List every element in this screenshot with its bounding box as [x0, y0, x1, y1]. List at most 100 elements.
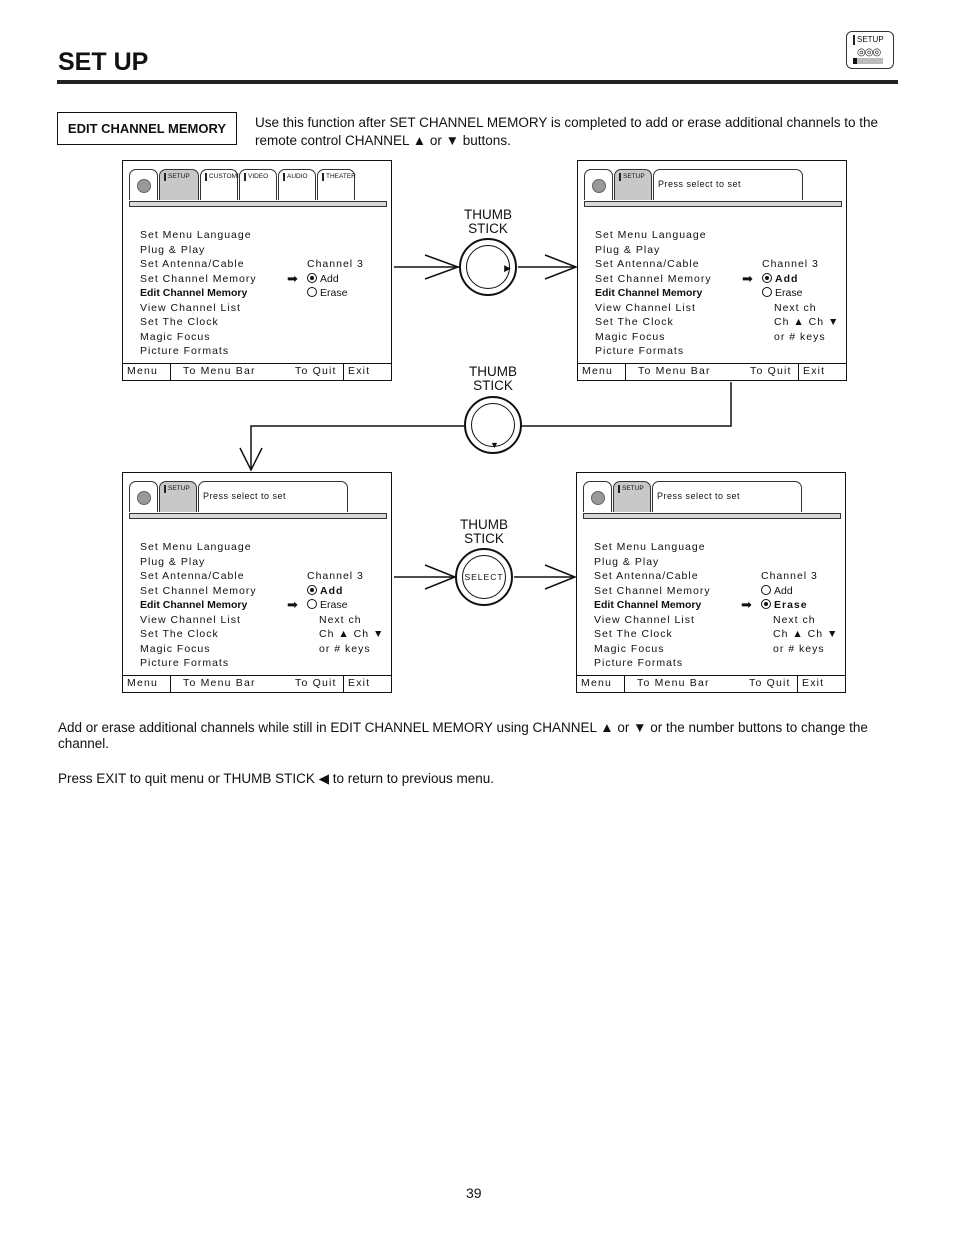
- menu-item[interactable]: Set Menu Language: [595, 228, 712, 243]
- radio-erase[interactable]: [762, 287, 772, 297]
- menu-item[interactable]: Magic Focus: [140, 330, 257, 345]
- menu-item[interactable]: Picture Formats: [140, 656, 257, 671]
- tab-setup[interactable]: SETUP: [159, 169, 199, 200]
- footer-exit[interactable]: Exit: [344, 676, 391, 692]
- menu-item[interactable]: Set The Clock: [595, 315, 712, 330]
- radio-add[interactable]: [307, 584, 317, 595]
- joystick-tab[interactable]: [583, 481, 612, 512]
- instruction-paragraph: Press EXIT to quit menu or THUMB STICK ◀…: [58, 771, 495, 786]
- label-line: STICK: [468, 221, 508, 236]
- hint-num-keys: or # keys: [319, 642, 371, 655]
- menu-item[interactable]: Set Antenna/Cable: [140, 569, 257, 584]
- radio-erase[interactable]: [307, 287, 317, 297]
- menu-item[interactable]: Set Antenna/Cable: [595, 257, 712, 272]
- thumb-stick-down[interactable]: ▼: [464, 396, 522, 454]
- menu-item[interactable]: Edit Channel Memory: [140, 286, 257, 301]
- option-add[interactable]: ➡ Add: [287, 271, 364, 287]
- joystick-tab[interactable]: [129, 481, 158, 512]
- tab-label: SETUP: [618, 485, 644, 493]
- menu-item[interactable]: Set The Clock: [140, 315, 257, 330]
- hint-ch-keys: Ch ▲ Ch ▼: [319, 628, 385, 640]
- menu-item[interactable]: Magic Focus: [594, 642, 711, 657]
- tab-video[interactable]: VIDEO: [239, 169, 277, 200]
- menu-item[interactable]: Set Antenna/Cable: [594, 569, 711, 584]
- menu-item[interactable]: Plug & Play: [594, 555, 711, 570]
- menu-item[interactable]: Set Channel Memory: [140, 584, 257, 599]
- radio-erase[interactable]: [307, 599, 317, 609]
- menu-item[interactable]: Picture Formats: [594, 656, 711, 671]
- menu-item[interactable]: Magic Focus: [140, 642, 257, 657]
- tab-theater[interactable]: THEATER: [317, 169, 356, 200]
- pointer-arrow-icon: ➡: [741, 597, 753, 612]
- menu-item[interactable]: Set Menu Language: [140, 228, 257, 243]
- footer-exit[interactable]: Exit: [798, 676, 845, 692]
- tab-setup[interactable]: SETUP: [159, 481, 197, 512]
- radio-add[interactable]: [761, 584, 771, 595]
- menu-item[interactable]: Plug & Play: [595, 243, 712, 258]
- thumb-stick-right[interactable]: ▶: [459, 238, 517, 296]
- menu-item[interactable]: Set The Clock: [140, 627, 257, 642]
- option-erase[interactable]: Erase: [307, 286, 364, 301]
- menu-item[interactable]: Set The Clock: [594, 627, 711, 642]
- menu-item[interactable]: View Channel List: [140, 301, 257, 316]
- hint-num-keys: or # keys: [774, 330, 826, 343]
- joystick-tab[interactable]: [129, 169, 158, 200]
- menu-item[interactable]: Edit Channel Memory: [594, 598, 711, 613]
- footer-menu[interactable]: Menu: [123, 364, 171, 380]
- radio-add[interactable]: [307, 272, 317, 283]
- select-label: SELECT: [464, 572, 504, 582]
- menu-item[interactable]: Picture Formats: [140, 344, 257, 359]
- option-add[interactable]: Add: [761, 584, 838, 599]
- menu-item[interactable]: Set Antenna/Cable: [140, 257, 257, 272]
- footer-exit[interactable]: Exit: [799, 364, 846, 380]
- menu-item[interactable]: Set Channel Memory: [140, 272, 257, 287]
- menu-item[interactable]: View Channel List: [594, 613, 711, 628]
- footer-exit[interactable]: Exit: [344, 364, 391, 380]
- menu-item[interactable]: Set Channel Memory: [594, 584, 711, 599]
- tab-setup[interactable]: SETUP: [614, 169, 652, 200]
- option-label: Add: [774, 584, 793, 597]
- menu-item[interactable]: Set Channel Memory: [595, 272, 712, 287]
- menu-footer: Menu To Menu Bar To Quit Exit: [577, 675, 845, 692]
- option-erase[interactable]: ➡ Erase: [287, 598, 384, 613]
- hint-next-ch: Next ch: [773, 613, 816, 626]
- option-erase[interactable]: ➡ Erase: [741, 598, 838, 613]
- menu-item[interactable]: Plug & Play: [140, 555, 257, 570]
- menu-item[interactable]: Edit Channel Memory: [140, 598, 257, 613]
- footer-menu[interactable]: Menu: [123, 676, 171, 692]
- option-label: Add: [320, 272, 339, 285]
- menu-item[interactable]: View Channel List: [595, 301, 712, 316]
- hint-ch-keys: Ch ▲ Ch ▼: [773, 628, 839, 640]
- footer-menu[interactable]: Menu: [578, 364, 626, 380]
- menu-item[interactable]: Set Menu Language: [594, 540, 711, 555]
- option-add[interactable]: Add: [307, 584, 384, 599]
- radio-add[interactable]: [762, 272, 772, 283]
- menu-item[interactable]: View Channel List: [140, 613, 257, 628]
- tab-label: SETUP: [164, 173, 190, 181]
- status-text: Press select to set: [658, 179, 742, 189]
- arrow-line: [522, 382, 732, 427]
- thumb-stick-select[interactable]: SELECT: [455, 548, 513, 606]
- footer-to-menu-bar: To Menu Bar: [183, 677, 256, 689]
- thumb-stick-label: THUMB STICK: [453, 365, 533, 393]
- joystick-tab[interactable]: [584, 169, 613, 200]
- arrow-right-icon: ▶: [504, 263, 511, 273]
- channel-label: Channel 3: [307, 570, 364, 582]
- tab-setup[interactable]: SETUP: [613, 481, 651, 512]
- footer-menu[interactable]: Menu: [577, 676, 625, 692]
- option-label: Erase: [320, 599, 348, 611]
- menu-item[interactable]: Edit Channel Memory: [595, 286, 712, 301]
- menu-item[interactable]: Picture Formats: [595, 344, 712, 359]
- menu-list: Set Menu Language Plug & Play Set Antenna/…: [595, 228, 712, 359]
- option-erase[interactable]: Erase: [762, 286, 839, 301]
- tab-audio[interactable]: AUDIO: [278, 169, 316, 200]
- menu-item[interactable]: Magic Focus: [595, 330, 712, 345]
- footer-to-menu-bar: To Menu Bar: [183, 365, 256, 377]
- menu-item[interactable]: Set Menu Language: [140, 540, 257, 555]
- menu-item[interactable]: Plug & Play: [140, 243, 257, 258]
- option-add[interactable]: ➡ Add: [742, 271, 839, 287]
- radio-erase[interactable]: [761, 599, 771, 609]
- tab-customize[interactable]: CUSTOMIZE: [200, 169, 247, 200]
- menu-list: Set Menu Language Plug & Play Set Antenna/…: [594, 540, 711, 671]
- tab-label: VIDEO: [244, 173, 268, 181]
